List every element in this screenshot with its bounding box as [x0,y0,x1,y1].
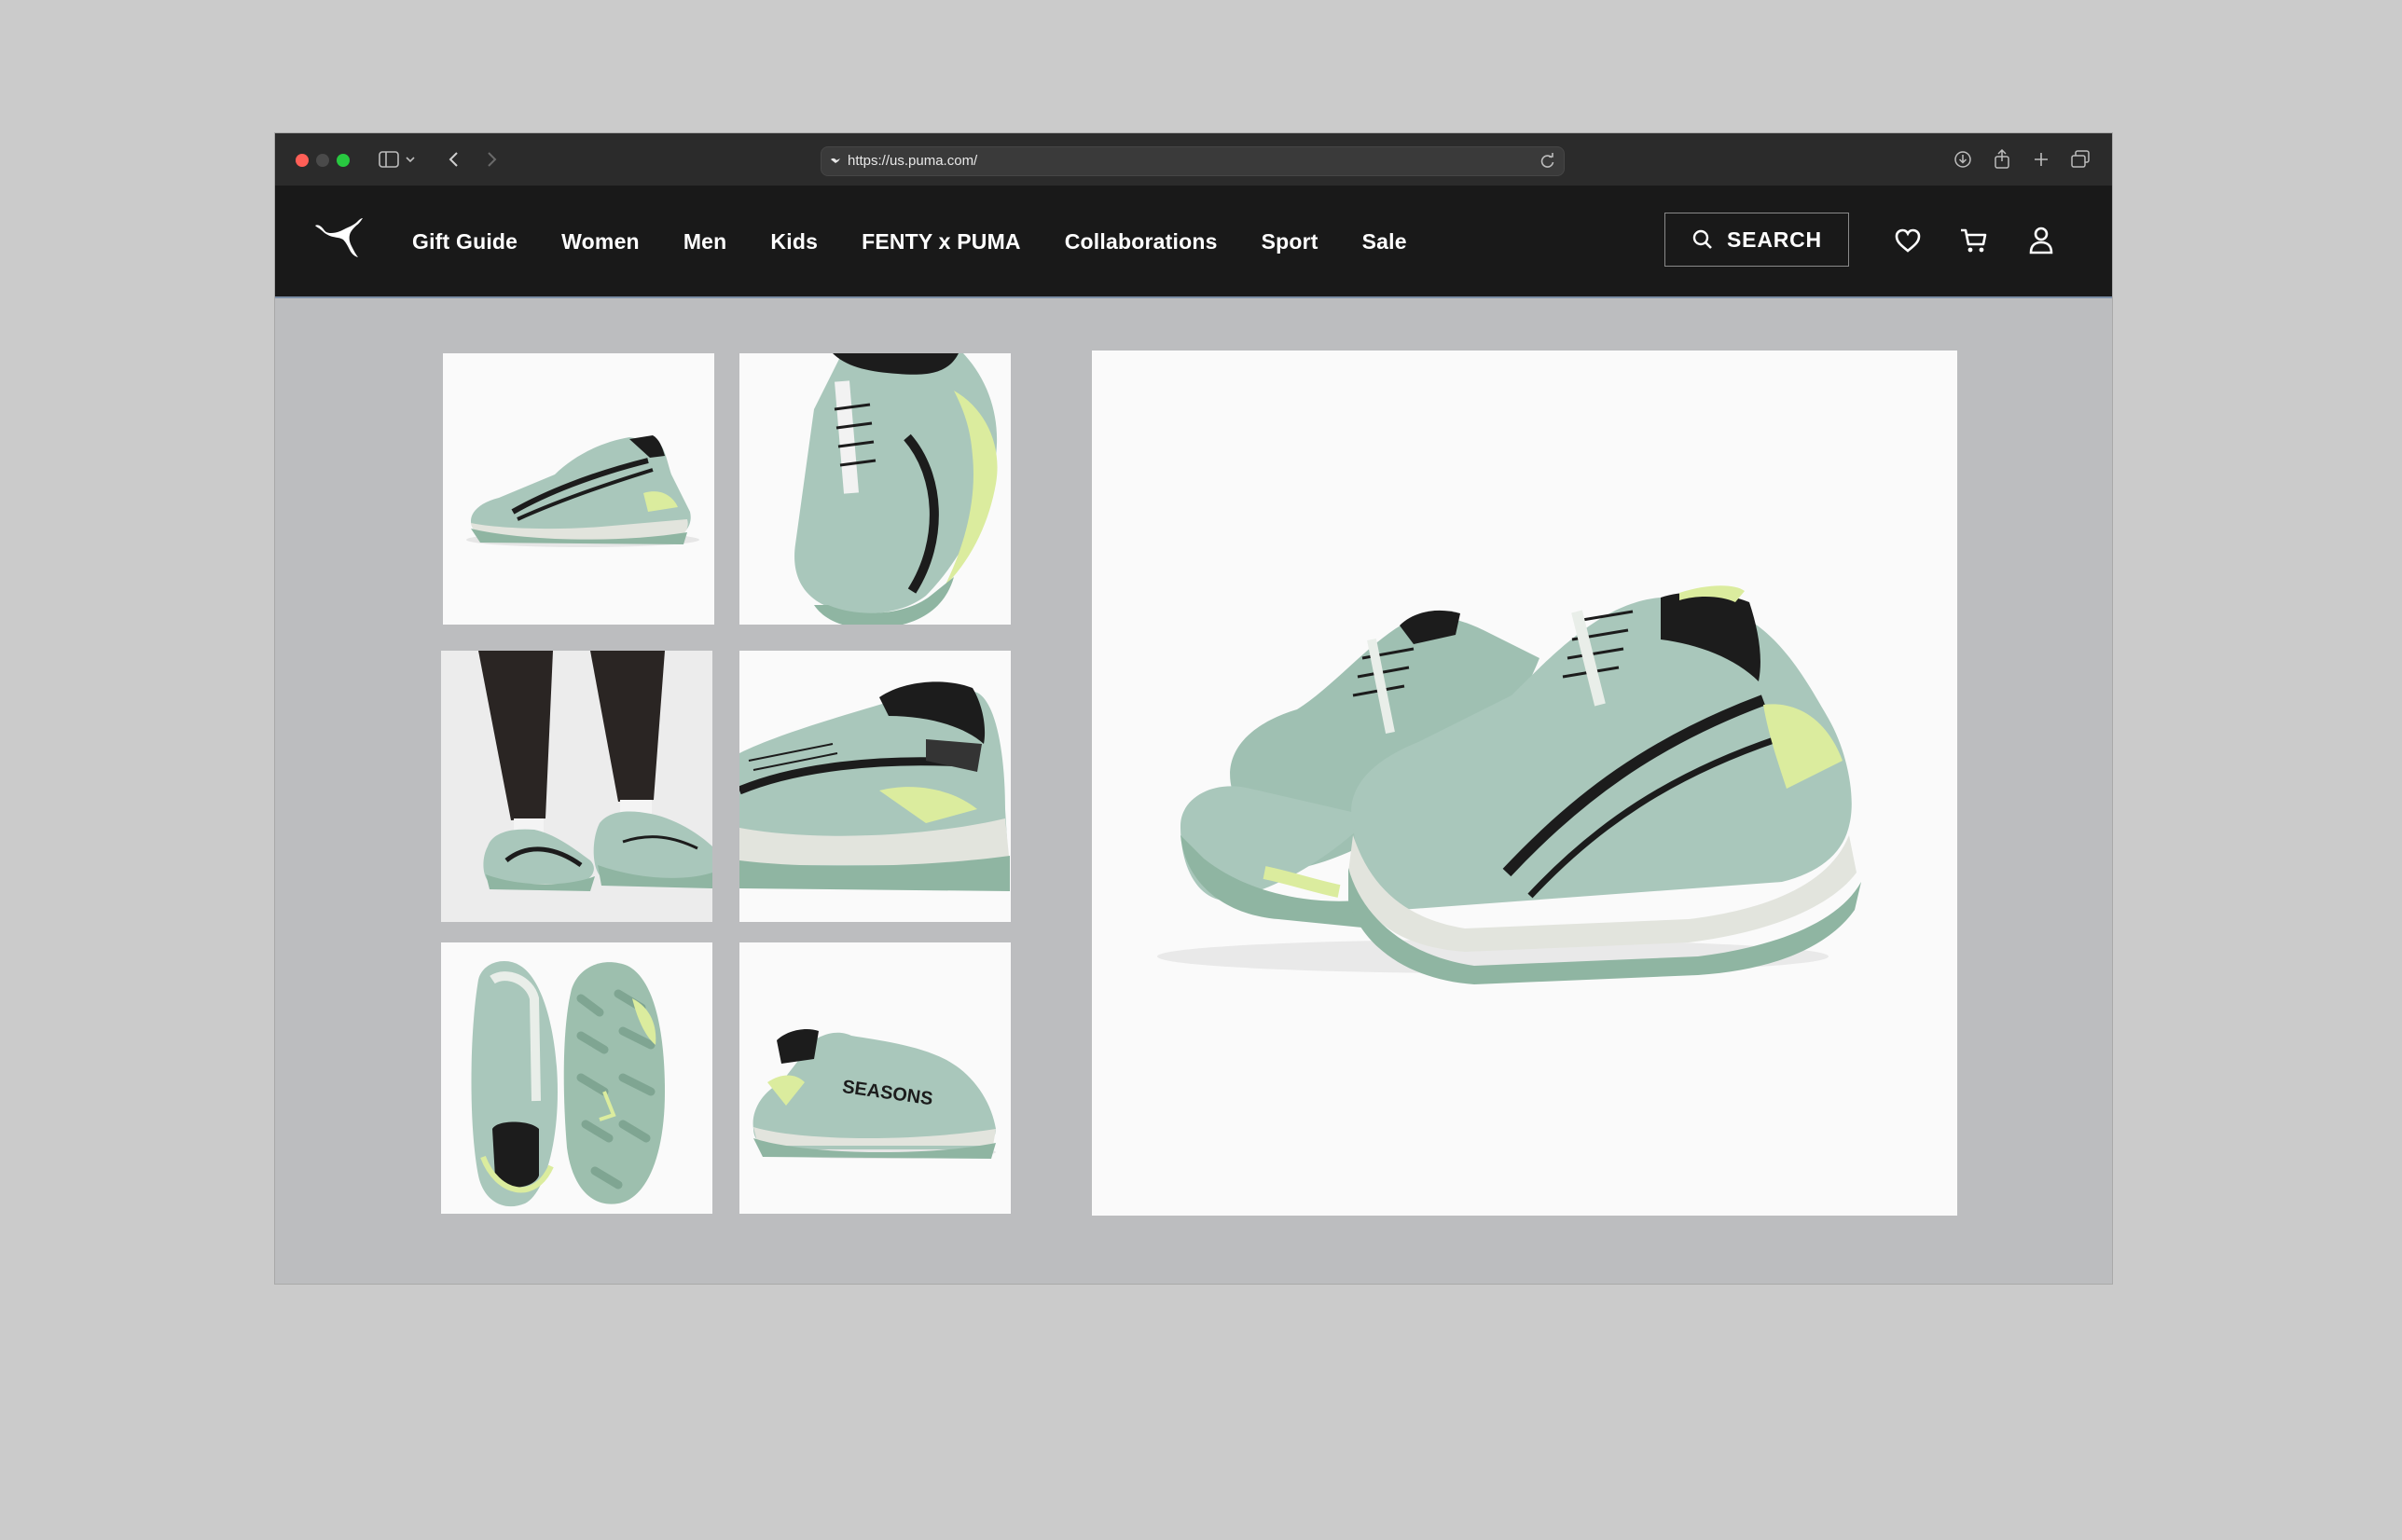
nav-item-kids[interactable]: Kids [770,229,818,254]
nav-item-sport[interactable]: Sport [1262,229,1318,254]
account-icon[interactable] [2024,224,2058,257]
shoe-top-and-sole-image [471,961,665,1207]
thumbnail-6[interactable]: SEASONS [739,942,1011,1214]
share-icon[interactable] [1989,146,2015,172]
sidebar-toggle-icon[interactable] [376,146,402,172]
site-header: Gift Guide Women Men Kids FENTY x PUMA C… [275,186,2112,296]
url-text: https://us.puma.com/ [848,153,978,169]
cart-icon[interactable] [1957,224,1991,257]
shoe-top-front-image [794,353,998,625]
browser-toolbar: https://us.puma.com/ [275,133,2112,186]
shoe-heel-image [739,681,1010,891]
thumbnail-4[interactable] [739,651,1011,922]
shoes-on-feet-image [441,651,712,922]
reload-icon[interactable] [1538,151,1558,172]
search-label: SEARCH [1727,227,1822,252]
thumbnail-3[interactable] [441,651,712,922]
thumbnail-5[interactable] [441,942,712,1214]
header-divider [275,296,2112,298]
nav-item-men[interactable]: Men [683,229,727,254]
thumbnail-2[interactable] [739,353,1011,625]
nav-item-sale[interactable]: Sale [1362,229,1407,254]
forward-arrow-icon[interactable] [478,146,504,172]
new-tab-icon[interactable] [2028,146,2054,172]
minimize-window-button[interactable] [316,154,329,167]
downloads-icon[interactable] [1950,146,1976,172]
close-window-button[interactable] [296,154,309,167]
site-favicon-icon [831,158,840,163]
shoe-pair-image [1157,585,1861,984]
shoe-side-right-image: SEASONS [752,1029,996,1159]
nav-item-women[interactable]: Women [561,229,640,254]
nav-item-fenty-x-puma[interactable]: FENTY x PUMA [862,229,1021,254]
shoe-side-image [466,435,699,547]
nav-item-gift-guide[interactable]: Gift Guide [412,229,518,254]
thumbnail-1[interactable] [443,353,714,625]
browser-window: https://us.puma.com/ Gift Guide Women Me… [275,133,2112,1284]
nav-item-collaborations[interactable]: Collaborations [1065,229,1218,254]
search-button[interactable]: SEARCH [1664,213,1849,267]
puma-logo[interactable] [312,214,365,261]
main-product-image[interactable] [1092,351,1957,1216]
address-bar[interactable]: https://us.puma.com/ [821,146,1565,176]
wishlist-heart-icon[interactable] [1891,224,1925,257]
main-nav: Gift Guide Women Men Kids FENTY x PUMA C… [412,186,1451,296]
chevron-down-icon[interactable] [402,146,419,172]
maximize-window-button[interactable] [337,154,350,167]
search-icon [1692,229,1712,249]
tab-overview-icon[interactable] [2067,146,2093,172]
back-arrow-icon[interactable] [441,146,467,172]
